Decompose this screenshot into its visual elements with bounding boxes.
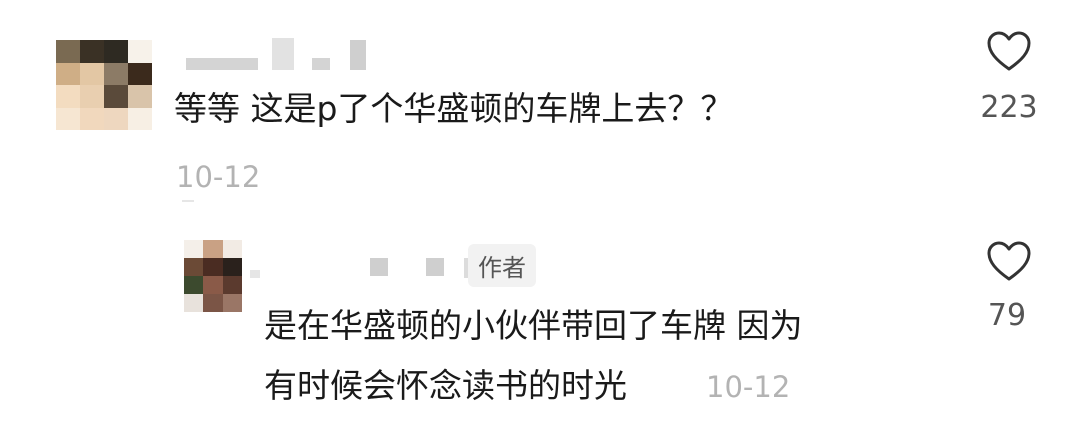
avatar-mosaic-cell: [128, 85, 152, 108]
avatar-mosaic-cell: [80, 62, 104, 85]
avatar-mosaic-cell: [184, 258, 204, 276]
avatar-mosaic-cell: [80, 85, 104, 108]
avatar-mosaic-cell: [128, 62, 152, 85]
avatar-mosaic-cell: [80, 40, 104, 63]
avatar-mosaic-cell: [104, 85, 128, 108]
avatar-mosaic-cell: [203, 258, 223, 276]
reply-date: 10-12: [706, 370, 791, 404]
avatar-mosaic-cell: [128, 40, 152, 63]
avatar[interactable]: [56, 40, 152, 130]
avatar-mosaic-cell: [104, 62, 128, 85]
avatar-mosaic-cell: [56, 107, 80, 130]
avatar-mosaic-cell: [104, 107, 128, 130]
avatar-mosaic-cell: [184, 240, 204, 258]
avatar-mosaic-cell: [184, 294, 204, 312]
heart-outline-icon[interactable]: [986, 240, 1032, 282]
avatar-mosaic-cell: [222, 276, 242, 294]
reply-text-line-1: 是在华盛顿的小伙伴带回了车牌 因为: [264, 306, 803, 345]
avatar-mosaic-cell: [128, 107, 152, 130]
avatar-mosaic-cell: [203, 240, 223, 258]
avatar-mosaic-cell: [56, 62, 80, 85]
heart-outline-icon[interactable]: [986, 30, 1032, 72]
avatar-mosaic-cell: [222, 240, 242, 258]
like-count: 79: [987, 298, 1027, 333]
avatar[interactable]: [184, 240, 242, 312]
reply-text-line-2: 有时候会怀念读书的时光: [264, 366, 627, 405]
like-count: 223: [980, 90, 1038, 125]
avatar-mosaic-cell: [80, 107, 104, 130]
avatar-mosaic-cell: [56, 85, 80, 108]
author-badge: 作者: [468, 244, 536, 287]
comment-text: 等等 这是p了个华盛顿的车牌上去？？: [174, 89, 734, 128]
avatar-mosaic-cell: [203, 276, 223, 294]
avatar-mosaic-cell: [104, 40, 128, 63]
avatar-mosaic-cell: [203, 294, 223, 312]
avatar-mosaic-cell: [56, 40, 80, 63]
avatar-mosaic-cell: [222, 294, 242, 312]
avatar-mosaic-cell: [184, 276, 204, 294]
avatar-mosaic-cell: [222, 258, 242, 276]
comment-date: 10-12: [176, 160, 261, 194]
